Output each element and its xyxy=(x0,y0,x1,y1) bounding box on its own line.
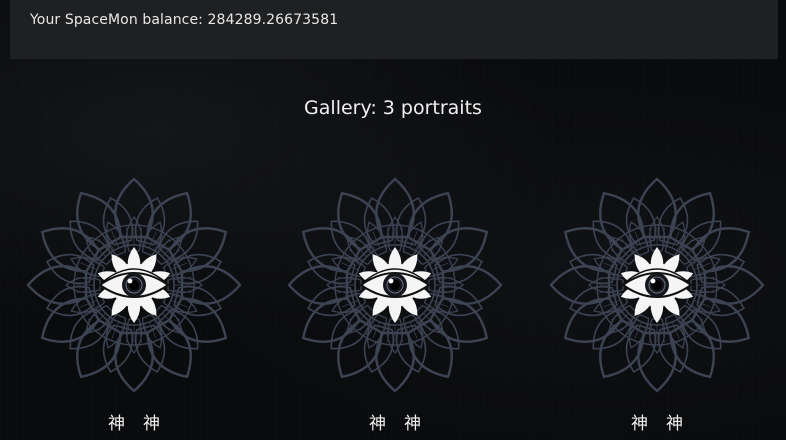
balance-text: Your SpaceMon balance: 284289.26673581 xyxy=(30,12,339,28)
portrait-glyphs: 神神 xyxy=(285,409,505,434)
portrait-card-3[interactable]: 神神 xyxy=(547,175,767,440)
mandala-eye-image xyxy=(26,177,242,393)
glyph-right: 神 xyxy=(666,414,683,434)
glyph-left: 神 xyxy=(631,414,648,434)
glyph-left: 神 xyxy=(108,414,125,434)
portrait-card-1[interactable]: 神神 xyxy=(24,175,244,440)
portrait-card-2[interactable]: 神神 xyxy=(285,175,505,440)
portrait-glyphs: 神神 xyxy=(24,409,244,434)
glyph-left: 神 xyxy=(369,414,386,434)
mandala-eye-image xyxy=(549,177,765,393)
gallery-title: Gallery: 3 portraits xyxy=(304,97,482,119)
glyph-right: 神 xyxy=(404,414,421,434)
balance-bar: Your SpaceMon balance: 284289.26673581 xyxy=(10,0,778,59)
portrait-glyphs: 神神 xyxy=(547,409,767,434)
mandala-eye-image xyxy=(287,177,503,393)
glyph-right: 神 xyxy=(143,414,160,434)
